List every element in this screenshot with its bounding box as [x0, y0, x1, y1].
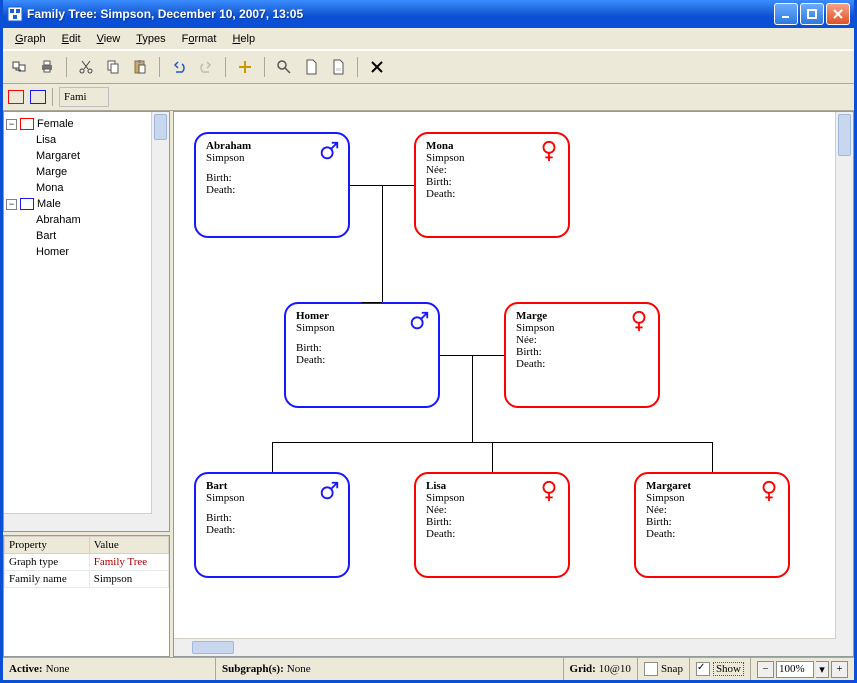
edge	[272, 442, 273, 472]
edge	[492, 442, 493, 472]
show-checkbox[interactable]	[696, 662, 710, 676]
person-node-margaret[interactable]: Margaret Simpson Née: Birth: Death:	[634, 472, 790, 578]
tree-scroll-v[interactable]	[151, 112, 169, 514]
snap-label: Snap	[661, 663, 683, 675]
status-active-value: None	[46, 663, 70, 675]
tree-item[interactable]: Abraham	[24, 212, 167, 228]
minimize-button[interactable]	[774, 3, 798, 25]
female-icon	[538, 480, 560, 505]
new-graph-icon[interactable]	[8, 55, 32, 79]
female-swatch-icon[interactable]	[8, 90, 24, 104]
window-title: Family Tree: Simpson, December 10, 2007,…	[27, 7, 774, 21]
menu-help[interactable]: Help	[225, 31, 262, 47]
female-icon	[538, 140, 560, 165]
status-active-label: Active:	[9, 663, 43, 675]
tree-panel: − Female LisaMargaretMargeMona − Male Ab…	[3, 111, 170, 532]
titlebar[interactable]: Family Tree: Simpson, December 10, 2007,…	[3, 0, 854, 28]
person-node-lisa[interactable]: Lisa Simpson Née: Birth: Death:	[414, 472, 570, 578]
canvas-scroll-h[interactable]	[174, 638, 836, 656]
male-icon	[318, 480, 340, 505]
tree-item[interactable]: Margaret	[24, 148, 167, 164]
zoom-value[interactable]: 100%	[776, 661, 814, 678]
type-toolbar: Fami	[3, 84, 854, 111]
menu-format[interactable]: Format	[175, 31, 224, 47]
snap-checkbox[interactable]	[644, 662, 658, 676]
delete-icon[interactable]	[365, 55, 389, 79]
menu-view[interactable]: View	[90, 31, 128, 47]
tree-item[interactable]: Homer	[24, 244, 167, 260]
male-icon	[318, 140, 340, 165]
tree-item[interactable]: Lisa	[24, 132, 167, 148]
tree-item[interactable]: Bart	[24, 228, 167, 244]
prop-col-val[interactable]: Value	[89, 537, 168, 554]
status-subgraph-label: Subgraph(s):	[222, 663, 284, 675]
edge	[712, 442, 713, 472]
prop-col-key[interactable]: Property	[5, 537, 90, 554]
status-subgraph-value: None	[287, 663, 311, 675]
print-icon[interactable]	[35, 55, 59, 79]
female-icon	[628, 310, 650, 335]
person-node-marge[interactable]: Marge Simpson Née: Birth: Death:	[504, 302, 660, 408]
tree-item[interactable]: Mona	[24, 180, 167, 196]
undo-icon[interactable]	[167, 55, 191, 79]
app-window: Family Tree: Simpson, December 10, 2007,…	[0, 0, 857, 683]
add-node-icon[interactable]	[233, 55, 257, 79]
prop-row[interactable]: Graph typeFamily Tree	[5, 554, 169, 571]
male-icon	[408, 310, 430, 335]
properties-panel: Property Value Graph typeFamily TreeFami…	[3, 535, 170, 657]
edge	[362, 302, 382, 303]
toolbar	[3, 50, 854, 84]
tree-node-female[interactable]: − Female	[6, 116, 167, 132]
zoom-icon[interactable]	[272, 55, 296, 79]
maximize-button[interactable]	[800, 3, 824, 25]
menu-types[interactable]: Types	[129, 31, 172, 47]
edge	[472, 355, 473, 442]
person-node-abraham[interactable]: Abraham Simpson Birth: Death:	[194, 132, 350, 238]
menu-graph[interactable]: Graph	[8, 31, 53, 47]
menu-edit[interactable]: Edit	[55, 31, 88, 47]
canvas[interactable]: Abraham Simpson Birth: Death: Mona Simps…	[173, 111, 854, 657]
edge	[382, 185, 383, 302]
menubar: Graph Edit View Types Format Help	[3, 28, 854, 50]
canvas-scroll-v[interactable]	[835, 112, 853, 639]
female-icon	[758, 480, 780, 505]
tree-node-male[interactable]: − Male	[6, 196, 167, 212]
show-label: Show	[713, 662, 744, 676]
cut-icon[interactable]	[74, 55, 98, 79]
zoom-dropdown[interactable]: ▾	[816, 661, 829, 678]
zoom-out-button[interactable]: −	[757, 661, 774, 678]
status-grid-label: Grid:	[570, 663, 596, 675]
person-node-mona[interactable]: Mona Simpson Née: Birth: Death:	[414, 132, 570, 238]
male-swatch-icon[interactable]	[30, 90, 46, 104]
close-button[interactable]	[826, 3, 850, 25]
page-icon[interactable]	[299, 55, 323, 79]
tree-item[interactable]: Marge	[24, 164, 167, 180]
paste-icon[interactable]	[128, 55, 152, 79]
type-name-input[interactable]: Fami	[59, 87, 109, 107]
person-node-homer[interactable]: Homer Simpson Birth: Death:	[284, 302, 440, 408]
diagram-area[interactable]: Abraham Simpson Birth: Death: Mona Simps…	[174, 112, 836, 639]
person-node-bart[interactable]: Bart Simpson Birth: Death:	[194, 472, 350, 578]
tree-scroll-h[interactable]	[4, 513, 152, 531]
copy-icon[interactable]	[101, 55, 125, 79]
page2-icon[interactable]	[326, 55, 350, 79]
status-grid-value: 10@10	[599, 663, 631, 675]
status-bar: Active: None Subgraph(s): None Grid: 10@…	[3, 657, 854, 680]
prop-row[interactable]: Family nameSimpson	[5, 571, 169, 588]
app-icon	[7, 6, 23, 22]
redo-icon[interactable]	[194, 55, 218, 79]
zoom-in-button[interactable]: +	[831, 661, 848, 678]
